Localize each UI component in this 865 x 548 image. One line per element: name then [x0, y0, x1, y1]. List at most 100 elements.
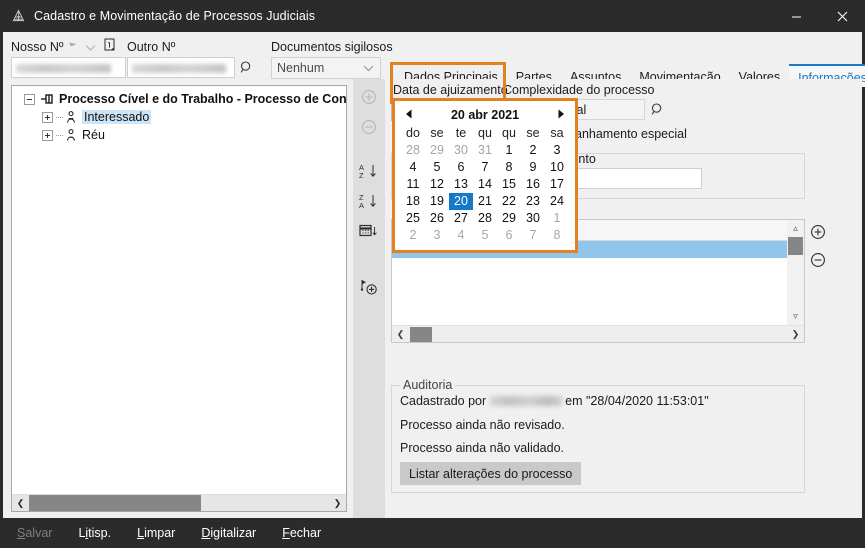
- calendar-day[interactable]: 30: [521, 210, 545, 227]
- scroll-left-icon[interactable]: ❮: [12, 495, 29, 512]
- tree-horizontal-scrollbar[interactable]: ❮ ❯: [12, 494, 346, 511]
- scroll-down-icon[interactable]: ▿: [787, 308, 804, 325]
- calendar-day[interactable]: 7: [473, 159, 497, 176]
- grid-remove-row-button[interactable]: [809, 251, 826, 268]
- calendar-day[interactable]: 29: [497, 210, 521, 227]
- calendar-day[interactable]: 26: [425, 210, 449, 227]
- numero-grid-horizontal-scrollbar[interactable]: ❮ ❯: [392, 325, 804, 342]
- minimize-button[interactable]: [773, 0, 819, 32]
- add-node-button[interactable]: [357, 275, 381, 299]
- calendar-day[interactable]: 2: [521, 142, 545, 159]
- dow-se: se: [425, 125, 449, 142]
- calendar-day[interactable]: 6: [497, 227, 521, 244]
- calendar-day[interactable]: 7: [521, 227, 545, 244]
- calendar-title[interactable]: 20 abr 2021: [451, 108, 519, 122]
- scroll-thumb[interactable]: [410, 327, 432, 342]
- calendar-day[interactable]: 15: [497, 176, 521, 193]
- outro-numero-input[interactable]: [127, 57, 235, 78]
- calendar-day[interactable]: 24: [545, 193, 569, 210]
- calendar-day[interactable]: 1: [545, 210, 569, 227]
- acompanhamento-especial-label: anhamento especial: [575, 127, 687, 141]
- calendar-day[interactable]: 2: [401, 227, 425, 244]
- triangle-left-icon[interactable]: [403, 108, 415, 122]
- calendar-day[interactable]: 1: [497, 142, 521, 159]
- auditoria-not-reviewed: Processo ainda não revisado.: [400, 418, 565, 432]
- calendar-day[interactable]: 18: [401, 193, 425, 210]
- scroll-thumb[interactable]: [29, 495, 201, 512]
- calendar-day[interactable]: 16: [521, 176, 545, 193]
- calendar-day[interactable]: 30: [449, 142, 473, 159]
- scroll-left-icon[interactable]: ❮: [392, 326, 409, 343]
- calendar-day[interactable]: 6: [449, 159, 473, 176]
- calendar-header: 20 abr 2021: [401, 105, 569, 125]
- grid-add-row-button[interactable]: [809, 223, 826, 240]
- expand-toggle-icon[interactable]: [42, 130, 53, 141]
- scroll-track[interactable]: [29, 495, 329, 512]
- calendar-day[interactable]: 29: [425, 142, 449, 159]
- scroll-up-icon[interactable]: ▵: [787, 220, 804, 237]
- close-button[interactable]: [819, 0, 865, 32]
- calendar-day[interactable]: 21: [473, 193, 497, 210]
- triangle-right-icon[interactable]: [555, 108, 567, 122]
- listar-alteracoes-button[interactable]: Listar alterações do processo: [400, 462, 581, 485]
- magnifier-icon[interactable]: [237, 58, 256, 77]
- tree-node-root[interactable]: Processo Cível e do Trabalho - Processo …: [12, 90, 346, 108]
- calendar-day[interactable]: 12: [425, 176, 449, 193]
- calendar-day[interactable]: 22: [497, 193, 521, 210]
- documentos-sigilosos-select[interactable]: Nenhum: [271, 57, 381, 79]
- fechar-button[interactable]: Fechar: [282, 526, 321, 540]
- command-bar: Salvar Litisp. Limpar Digitalizar Fechar: [3, 518, 862, 548]
- tree-node-reu[interactable]: Réu: [12, 126, 346, 144]
- calendar-day[interactable]: 19: [425, 193, 449, 210]
- documentos-sigilosos-value: Nenhum: [277, 61, 324, 75]
- window-controls: [773, 0, 865, 32]
- litisp-button[interactable]: Litisp.: [78, 526, 111, 540]
- auditoria-created-mid: em: [565, 394, 582, 408]
- calendar-day-selected[interactable]: 20: [449, 193, 473, 210]
- calendar-day[interactable]: 10: [545, 159, 569, 176]
- scroll-thumb[interactable]: [788, 237, 803, 255]
- calendar-day[interactable]: 23: [521, 193, 545, 210]
- calendar-day[interactable]: 4: [401, 159, 425, 176]
- calendar-day[interactable]: 27: [449, 210, 473, 227]
- remove-party-button[interactable]: [357, 115, 381, 139]
- magnifier-icon[interactable]: [647, 99, 668, 120]
- auditoria-created-line: Cadastrado por em "28/04/2020 11:53:01": [400, 394, 709, 408]
- digitalizar-button[interactable]: Digitalizar: [201, 526, 256, 540]
- calendar-day[interactable]: 13: [449, 176, 473, 193]
- calendar-day[interactable]: 31: [473, 142, 497, 159]
- calendar-day[interactable]: 9: [521, 159, 545, 176]
- nosso-numero-input[interactable]: [11, 57, 126, 78]
- calendar-day[interactable]: 25: [401, 210, 425, 227]
- calendar-day[interactable]: 28: [401, 142, 425, 159]
- calendar-day[interactable]: 5: [425, 159, 449, 176]
- calendar-day[interactable]: 8: [545, 227, 569, 244]
- calendar-day[interactable]: 14: [473, 176, 497, 193]
- collapse-toggle-icon[interactable]: [24, 94, 35, 105]
- limpar-button[interactable]: Limpar: [137, 526, 175, 540]
- calendar-day[interactable]: 17: [545, 176, 569, 193]
- numero-grid-vertical-scrollbar[interactable]: ▵ ▿: [787, 220, 804, 325]
- calendar-day[interactable]: 4: [449, 227, 473, 244]
- undo-arrow-icon[interactable]: [66, 39, 81, 54]
- scroll-right-icon[interactable]: ❯: [787, 326, 804, 343]
- chevron-down-icon[interactable]: [83, 40, 98, 55]
- sort-az-button[interactable]: A Z: [357, 159, 381, 183]
- scroll-right-icon[interactable]: ❯: [329, 495, 346, 512]
- calendar-day[interactable]: 3: [545, 142, 569, 159]
- calendar-day[interactable]: 5: [473, 227, 497, 244]
- info-box-icon[interactable]: [102, 37, 117, 53]
- calendar-day[interactable]: 11: [401, 176, 425, 193]
- outro-numero-value: [132, 64, 226, 73]
- date-picker-popup[interactable]: 20 abr 2021 do se te qu qu se sa 2829303…: [392, 98, 578, 253]
- sort-by-date-button[interactable]: [357, 219, 381, 243]
- tree-node-interessado[interactable]: Interessado: [12, 108, 346, 126]
- calendar-day[interactable]: 8: [497, 159, 521, 176]
- add-party-button[interactable]: [357, 85, 381, 109]
- salvar-button[interactable]: Salvar: [17, 526, 52, 540]
- tree-connector: [56, 135, 63, 136]
- sort-za-button[interactable]: Z A: [357, 189, 381, 213]
- expand-toggle-icon[interactable]: [42, 112, 53, 123]
- calendar-day[interactable]: 28: [473, 210, 497, 227]
- calendar-day[interactable]: 3: [425, 227, 449, 244]
